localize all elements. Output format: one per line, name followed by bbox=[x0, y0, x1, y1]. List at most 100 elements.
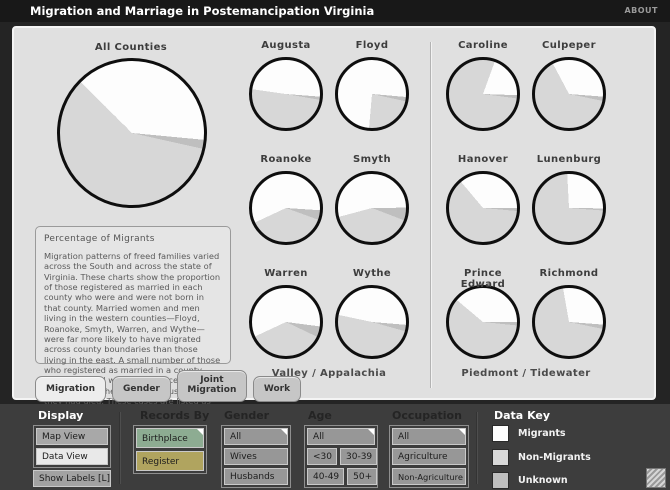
region-divider bbox=[430, 42, 431, 388]
view-mode-group: Map View Data View bbox=[33, 425, 111, 468]
occupation-group: All Agriculture Non-Agriculture bbox=[389, 425, 469, 488]
app-window: Migration and Marriage in Postemancipati… bbox=[0, 0, 670, 490]
county-label: Warren bbox=[243, 268, 329, 282]
age-row: <30 30-39 bbox=[307, 448, 375, 465]
all-counties-label: All Counties bbox=[31, 42, 231, 56]
selected-corner-icon bbox=[368, 429, 374, 435]
age-50-plus-button[interactable]: 50+ bbox=[347, 468, 377, 485]
tab-migration[interactable]: Migration bbox=[35, 376, 106, 402]
separator bbox=[477, 412, 478, 484]
about-link[interactable]: ABOUT bbox=[624, 6, 658, 15]
occupation-all-button[interactable]: All bbox=[392, 428, 466, 445]
occupation-all-label: All bbox=[398, 432, 409, 442]
gender-wives-label: Wives bbox=[230, 452, 257, 462]
gender-group: All Wives Husbands bbox=[221, 425, 291, 488]
tab-gender[interactable]: Gender bbox=[112, 376, 171, 402]
county-pie-cell: Roanoke bbox=[243, 154, 329, 242]
pie-lunenburg[interactable] bbox=[532, 171, 606, 245]
chart-panel: All Counties Percentage of Migrants Migr… bbox=[12, 26, 656, 400]
gender-all-button[interactable]: All bbox=[224, 428, 288, 445]
county-label: Lunenburg bbox=[526, 154, 612, 168]
caption-valley-appalachia: Valley / Appalachia bbox=[243, 368, 415, 379]
map-view-button[interactable]: Map View bbox=[36, 428, 108, 445]
county-pie-cell: Richmond bbox=[526, 268, 612, 356]
app-title: Migration and Marriage in Postemancipati… bbox=[30, 4, 374, 18]
county-label: Roanoke bbox=[243, 154, 329, 168]
valley-pie-grid: AugustaFloyd RoanokeSmyth WarrenWythe bbox=[243, 40, 415, 356]
county-pie-cell: Prince Edward bbox=[440, 268, 526, 356]
birthplace-button[interactable]: Birthplace bbox=[136, 428, 204, 448]
county-label: Smyth bbox=[329, 154, 415, 168]
tab-joint-migration[interactable]: Joint Migration bbox=[177, 370, 247, 402]
legend-migrants: Migrants bbox=[492, 425, 566, 442]
unknown-key-label: Unknown bbox=[518, 475, 568, 486]
pie-hanover[interactable] bbox=[446, 171, 520, 245]
piedmont-pie-grid: CarolineCulpeper HanoverLunenburg Prince E… bbox=[440, 40, 612, 356]
county-label: Wythe bbox=[329, 268, 415, 282]
gender-husbands-label: Husbands bbox=[230, 472, 275, 482]
age-30-39-button[interactable]: 30-39 bbox=[340, 448, 377, 465]
non-migrants-swatch bbox=[492, 449, 509, 466]
selected-corner-icon bbox=[459, 429, 465, 435]
records-by-label: Records By bbox=[140, 409, 209, 422]
legend-unknown: Unknown bbox=[492, 472, 568, 489]
county-pie-cell: Warren bbox=[243, 268, 329, 356]
gender-husbands-button[interactable]: Husbands bbox=[224, 468, 288, 485]
age-all-button[interactable]: All bbox=[307, 428, 375, 445]
age-row: 40-49 50+ bbox=[307, 468, 375, 485]
resize-grip-icon[interactable] bbox=[646, 468, 666, 488]
county-label: Augusta bbox=[243, 40, 329, 54]
legend-non-migrants: Non-Migrants bbox=[492, 449, 591, 466]
county-pie-cell: Wythe bbox=[329, 268, 415, 356]
display-label: Display bbox=[38, 409, 83, 422]
pie-prince-edward[interactable] bbox=[446, 285, 520, 359]
county-pie-cell: Smyth bbox=[329, 154, 415, 242]
migrants-key-label: Migrants bbox=[518, 428, 566, 439]
occupation-non-agriculture-button[interactable]: Non-Agriculture bbox=[392, 468, 466, 485]
control-bar: Display Map View Data View Show Labels [… bbox=[0, 404, 670, 490]
pie-roanoke[interactable] bbox=[249, 171, 323, 245]
county-label: Prince Edward bbox=[440, 268, 526, 282]
info-box-title: Percentage of Migrants bbox=[44, 234, 222, 244]
county-pie-cell: Floyd bbox=[329, 40, 415, 128]
county-pie-cell: Lunenburg bbox=[526, 154, 612, 242]
data-key-label: Data Key bbox=[494, 409, 550, 422]
pie-richmond[interactable] bbox=[532, 285, 606, 359]
register-button-label: Register bbox=[142, 457, 179, 467]
county-label: Caroline bbox=[440, 40, 526, 54]
age-under-30-button[interactable]: <30 bbox=[307, 448, 337, 465]
county-pie-cell: Hanover bbox=[440, 154, 526, 242]
selected-corner-icon bbox=[281, 429, 287, 435]
gender-wives-button[interactable]: Wives bbox=[224, 448, 288, 465]
age-group: All <30 30-39 40-49 50+ bbox=[304, 425, 378, 488]
county-label: Culpeper bbox=[526, 40, 612, 54]
pie-warren[interactable] bbox=[249, 285, 323, 359]
occupation-agriculture-label: Agriculture bbox=[398, 452, 448, 462]
unknown-swatch bbox=[492, 472, 509, 489]
records-by-group: Birthplace Register bbox=[133, 425, 207, 474]
age-all-label: All bbox=[313, 432, 324, 442]
pie-augusta[interactable] bbox=[249, 57, 323, 131]
pie-smyth[interactable] bbox=[335, 171, 409, 245]
pie-wythe[interactable] bbox=[335, 285, 409, 359]
age-40-49-button[interactable]: 40-49 bbox=[307, 468, 344, 485]
pie-culpeper[interactable] bbox=[532, 57, 606, 131]
gender-all-label: All bbox=[230, 432, 241, 442]
tab-work[interactable]: Work bbox=[253, 376, 301, 402]
data-view-button[interactable]: Data View bbox=[36, 448, 108, 465]
occupation-agriculture-button[interactable]: Agriculture bbox=[392, 448, 466, 465]
county-label: Richmond bbox=[526, 268, 612, 282]
pie-caroline[interactable] bbox=[446, 57, 520, 131]
gender-label: Gender bbox=[224, 409, 269, 422]
county-label: Hanover bbox=[440, 154, 526, 168]
pie-all-counties[interactable] bbox=[57, 58, 207, 208]
separator bbox=[120, 412, 121, 484]
county-pie-cell: Culpeper bbox=[526, 40, 612, 128]
migrants-swatch bbox=[492, 425, 509, 442]
register-button[interactable]: Register bbox=[136, 451, 204, 471]
pie-floyd[interactable] bbox=[335, 57, 409, 131]
county-label: Floyd bbox=[329, 40, 415, 54]
show-labels-button[interactable]: Show Labels [L] bbox=[33, 470, 111, 487]
county-pie-cell: Caroline bbox=[440, 40, 526, 128]
occupation-label: Occupation bbox=[392, 409, 462, 422]
